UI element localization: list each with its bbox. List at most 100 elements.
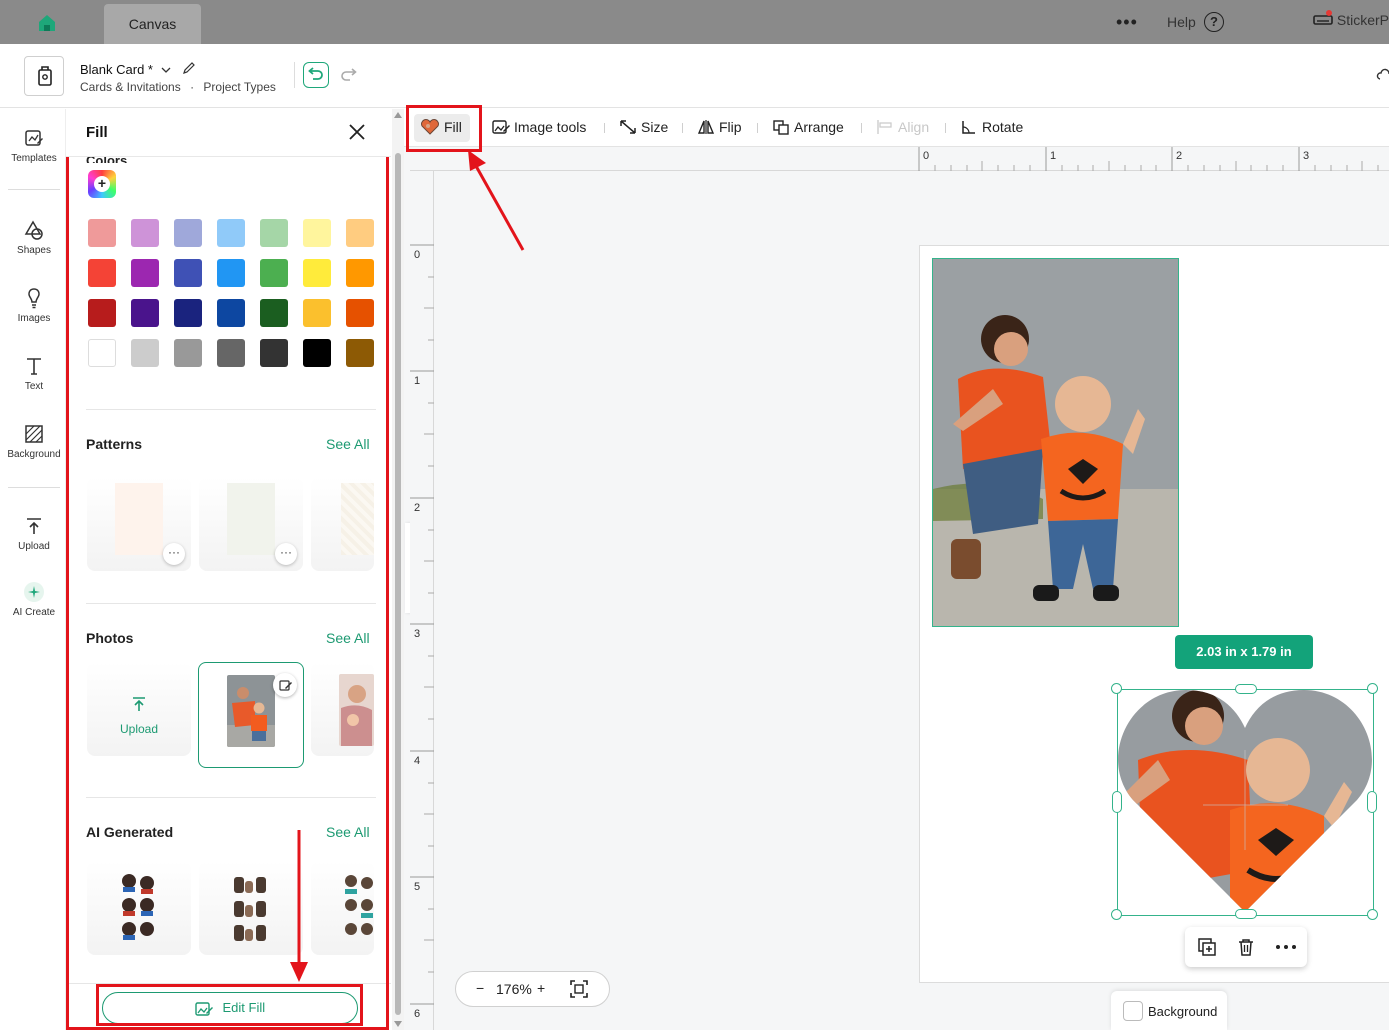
photo-card-selected[interactable]: [198, 662, 304, 768]
color-swatch[interactable]: [131, 219, 159, 247]
color-swatch[interactable]: [346, 259, 374, 287]
flip-button[interactable]: Flip: [697, 119, 742, 135]
home-icon[interactable]: [36, 12, 58, 34]
resize-handle[interactable]: [1111, 683, 1122, 694]
rail-upload[interactable]: Upload: [0, 515, 68, 552]
color-swatch[interactable]: [88, 299, 116, 327]
color-swatch[interactable]: [131, 259, 159, 287]
close-icon[interactable]: [348, 123, 366, 141]
more-options-icon[interactable]: [1275, 937, 1297, 957]
color-swatch[interactable]: [131, 339, 159, 367]
edit-fill-button[interactable]: Edit Fill: [102, 992, 358, 1024]
fill-button[interactable]: Fill: [420, 119, 462, 135]
fit-to-screen-icon[interactable]: [569, 979, 589, 999]
sticker-link[interactable]: StickerP: [1313, 10, 1389, 28]
resize-handle[interactable]: [1367, 909, 1378, 920]
color-swatch[interactable]: [174, 259, 202, 287]
image-tools-button[interactable]: Image tools: [492, 119, 586, 135]
add-color-button[interactable]: +: [88, 170, 116, 198]
ai-generated-card[interactable]: [87, 861, 191, 955]
undo-button[interactable]: [303, 62, 329, 88]
color-swatch[interactable]: [260, 339, 288, 367]
text-icon: [27, 358, 41, 375]
project-thumbnail[interactable]: [24, 56, 64, 96]
color-swatch[interactable]: [88, 339, 116, 367]
ai-generated-card[interactable]: [199, 861, 303, 955]
resize-handle[interactable]: [1111, 909, 1122, 920]
color-swatch[interactable]: [217, 259, 245, 287]
color-swatch[interactable]: [174, 219, 202, 247]
pencil-icon[interactable]: [182, 61, 196, 75]
more-options-icon[interactable]: •••: [1116, 12, 1138, 33]
color-swatch[interactable]: [260, 259, 288, 287]
trash-icon[interactable]: [1236, 937, 1256, 957]
photos-heading: Photos: [86, 630, 134, 646]
heart-fill-selection[interactable]: [1111, 683, 1378, 920]
resize-handle[interactable]: [1367, 683, 1378, 694]
color-swatch[interactable]: [217, 339, 245, 367]
color-swatch[interactable]: [303, 259, 331, 287]
resize-handle[interactable]: [1367, 791, 1377, 813]
rail-shapes[interactable]: Shapes: [0, 219, 68, 256]
cloud-icon[interactable]: [1376, 68, 1389, 82]
color-swatch[interactable]: [217, 299, 245, 327]
rotate-button[interactable]: Rotate: [960, 119, 1023, 135]
ruler-label: 2: [414, 502, 421, 514]
upload-photo-card[interactable]: Upload: [87, 662, 191, 756]
color-swatch[interactable]: [260, 299, 288, 327]
resize-handle[interactable]: [1235, 684, 1257, 694]
zoom-in-button[interactable]: +: [537, 980, 545, 996]
color-swatch[interactable]: [217, 219, 245, 247]
color-swatch[interactable]: [346, 339, 374, 367]
align-button[interactable]: Align: [876, 119, 929, 135]
project-category[interactable]: Cards & Invitations: [80, 80, 181, 94]
redo-icon[interactable]: [338, 64, 360, 86]
pattern-card[interactable]: ···: [199, 477, 303, 571]
pattern-preview: [227, 483, 275, 555]
project-title[interactable]: Blank Card *: [80, 61, 196, 77]
help-icon[interactable]: ?: [1204, 12, 1224, 32]
photos-see-all-link[interactable]: See All: [326, 630, 370, 646]
color-swatch[interactable]: [260, 219, 288, 247]
rail-images[interactable]: Images: [0, 287, 68, 324]
panel-scrollbar-thumb[interactable]: [395, 153, 401, 1015]
more-options-icon[interactable]: ···: [163, 543, 185, 565]
project-types[interactable]: Project Types: [203, 80, 275, 94]
rail-text[interactable]: Text: [0, 355, 68, 392]
scroll-up-icon[interactable]: [393, 111, 403, 119]
tab-canvas[interactable]: Canvas: [104, 4, 201, 44]
color-swatch[interactable]: [303, 299, 331, 327]
color-swatch[interactable]: [88, 219, 116, 247]
pattern-card[interactable]: ···: [87, 477, 191, 571]
chevron-down-icon[interactable]: [161, 66, 171, 74]
color-swatch[interactable]: [303, 219, 331, 247]
arrange-button[interactable]: Arrange: [772, 119, 844, 135]
color-swatch[interactable]: [346, 219, 374, 247]
color-swatch[interactable]: [174, 339, 202, 367]
resize-handle[interactable]: [1235, 909, 1257, 919]
pattern-card[interactable]: [311, 477, 374, 571]
color-swatch[interactable]: [88, 259, 116, 287]
rail-ai-create[interactable]: AI Create: [0, 581, 68, 618]
rail-background[interactable]: Background: [0, 423, 68, 460]
rail-templates[interactable]: Templates: [0, 127, 68, 164]
ai-generated-card[interactable]: [311, 861, 374, 955]
patterns-see-all-link[interactable]: See All: [326, 436, 370, 452]
help-link[interactable]: Help: [1167, 14, 1196, 30]
background-toggle[interactable]: Background: [1111, 991, 1227, 1030]
size-button[interactable]: Size: [619, 119, 668, 135]
more-options-icon[interactable]: ···: [275, 543, 297, 565]
color-swatch[interactable]: [174, 299, 202, 327]
resize-handle[interactable]: [1112, 791, 1122, 813]
duplicate-icon[interactable]: [1197, 937, 1217, 957]
background-checkbox[interactable]: [1123, 1001, 1143, 1021]
color-swatch[interactable]: [303, 339, 331, 367]
color-swatch[interactable]: [131, 299, 159, 327]
zoom-out-button[interactable]: −: [476, 980, 484, 996]
edit-image-icon[interactable]: [273, 673, 297, 697]
ai-generated-see-all-link[interactable]: See All: [326, 824, 370, 840]
photo-layer[interactable]: [932, 258, 1179, 627]
photo-card[interactable]: [311, 662, 374, 756]
color-swatch[interactable]: [346, 299, 374, 327]
scroll-down-icon[interactable]: [393, 1020, 403, 1028]
